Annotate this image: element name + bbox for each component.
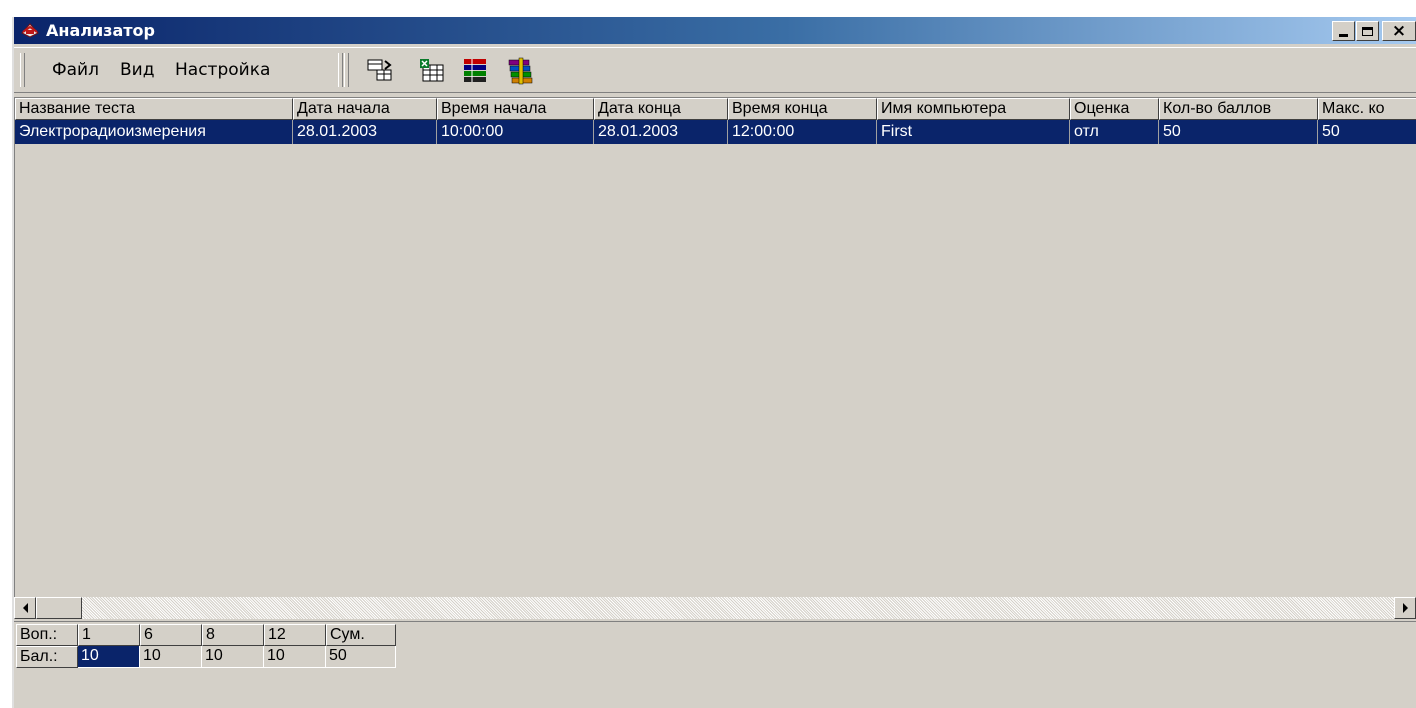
scroll-left-button[interactable] — [14, 597, 36, 619]
app-window: Анализатор × Файл Вид Настройка Название… — [12, 17, 1416, 708]
table-cell[interactable]: 50 — [1159, 120, 1318, 144]
points-cell[interactable]: 10 — [264, 646, 326, 668]
question-header[interactable]: 6 — [140, 624, 202, 646]
import-table-icon[interactable] — [365, 55, 395, 85]
archive-stack-icon[interactable] — [505, 55, 535, 85]
app-icon — [21, 23, 39, 38]
scroll-right-button[interactable] — [1394, 597, 1416, 619]
maximize-button[interactable] — [1356, 21, 1379, 41]
results-table[interactable]: Название теста Дата начала Время начала … — [14, 97, 1416, 597]
menu-view[interactable]: Вид — [120, 60, 154, 80]
score-panel: Воп.: 1 6 8 12 Сум. Бал.: 10 10 10 10 50 — [14, 621, 1416, 708]
close-button[interactable]: × — [1382, 21, 1416, 41]
table-cell[interactable]: 28.01.2003 — [293, 120, 437, 144]
maximize-icon — [1362, 26, 1373, 36]
table-cell[interactable]: 50 — [1318, 120, 1416, 144]
points-cell[interactable]: 10 — [140, 646, 202, 668]
column-header-start-time[interactable]: Время начала — [437, 98, 594, 120]
questions-label: Воп.: — [16, 624, 78, 646]
menu-file[interactable]: Файл — [52, 60, 99, 80]
column-header-computer-name[interactable]: Имя компьютера — [877, 98, 1070, 120]
points-cell[interactable]: 10 — [78, 646, 140, 668]
question-header[interactable]: 8 — [202, 624, 264, 646]
minimize-icon — [1339, 34, 1348, 37]
column-header-end-date[interactable]: Дата конца — [594, 98, 728, 120]
table-cell[interactable]: Электрорадиоизмерения — [15, 120, 293, 144]
color-bars-icon[interactable] — [460, 55, 490, 85]
table-cell[interactable]: отл — [1070, 120, 1159, 144]
table-cell[interactable]: 28.01.2003 — [594, 120, 728, 144]
horizontal-scrollbar[interactable] — [14, 597, 1416, 619]
points-sum-cell[interactable]: 50 — [326, 646, 396, 668]
export-excel-icon[interactable] — [417, 55, 447, 85]
toolbar-grip[interactable] — [344, 53, 349, 87]
arrow-left-icon — [22, 603, 28, 613]
minimize-button[interactable] — [1332, 21, 1355, 41]
title-bar[interactable]: Анализатор × — [14, 17, 1416, 44]
column-header-end-time[interactable]: Время конца — [728, 98, 877, 120]
column-header-grade[interactable]: Оценка — [1070, 98, 1159, 120]
sum-header[interactable]: Сум. — [326, 624, 396, 646]
points-cell[interactable]: 10 — [202, 646, 264, 668]
menu-settings[interactable]: Настройка — [175, 60, 270, 80]
close-icon: × — [1391, 20, 1407, 41]
column-header-start-date[interactable]: Дата начала — [293, 98, 437, 120]
question-header[interactable]: 1 — [78, 624, 140, 646]
table-cell[interactable]: 12:00:00 — [728, 120, 877, 144]
column-header-points[interactable]: Кол-во баллов — [1159, 98, 1318, 120]
scroll-thumb[interactable] — [36, 597, 82, 619]
arrow-right-icon — [1402, 603, 1408, 613]
table-cell[interactable]: First — [877, 120, 1070, 144]
question-header[interactable]: 12 — [264, 624, 326, 646]
toolbar-grip[interactable] — [20, 53, 25, 87]
menu-toolbar: Файл Вид Настройка — [14, 47, 1416, 93]
table-cell[interactable]: 10:00:00 — [437, 120, 594, 144]
points-label: Бал.: — [16, 646, 78, 668]
column-header-max-points[interactable]: Макс. ко — [1318, 98, 1416, 120]
window-title: Анализатор — [46, 21, 155, 40]
toolbar-grip[interactable] — [338, 53, 343, 87]
column-header-test-name[interactable]: Название теста — [15, 98, 293, 120]
